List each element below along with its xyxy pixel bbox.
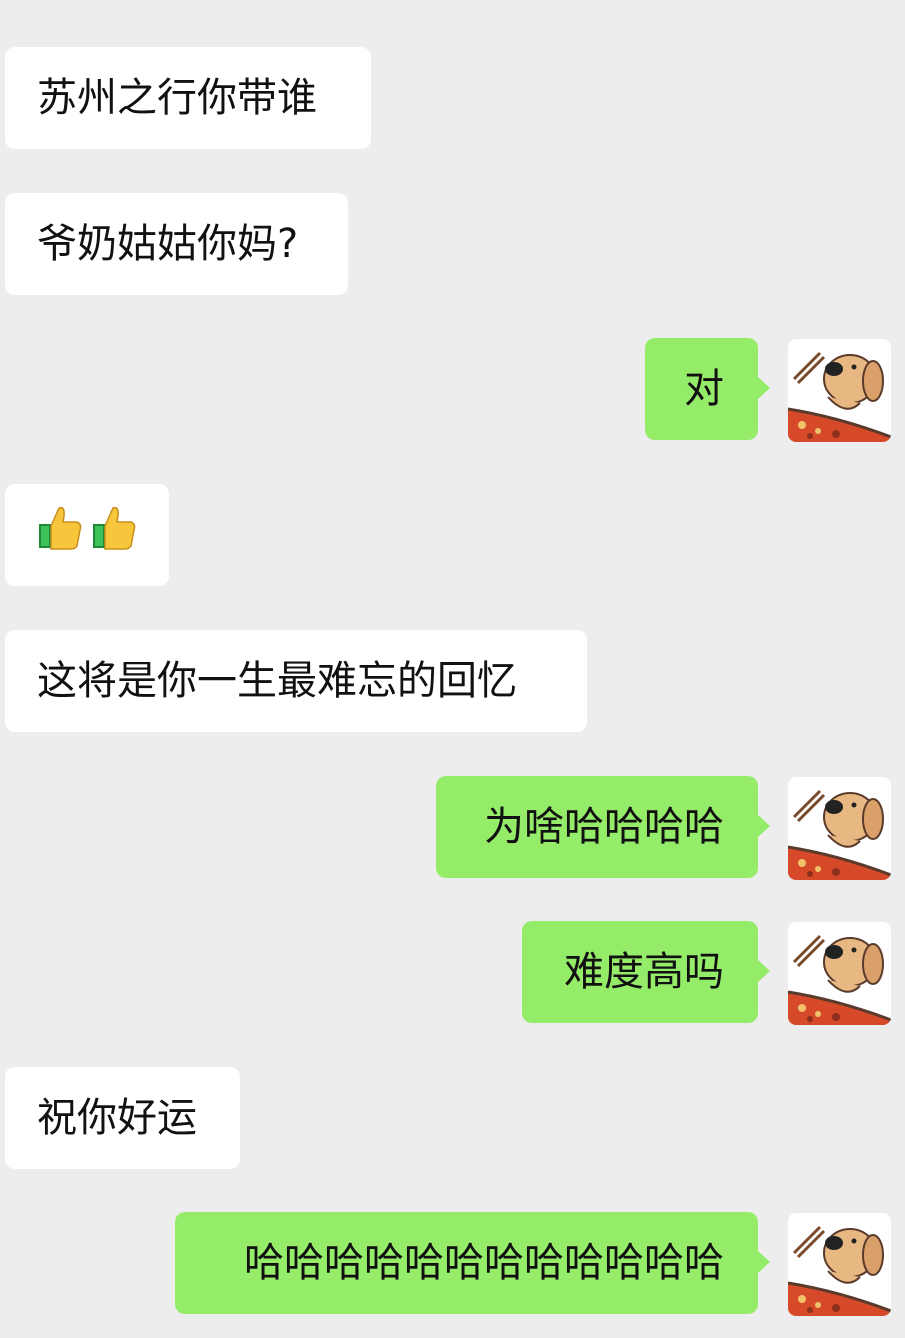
incoming-message-bubble[interactable]	[5, 484, 169, 586]
message-text: 难度高吗	[564, 949, 724, 995]
bubble-tail	[757, 376, 770, 400]
incoming-message-bubble[interactable]: 苏州之行你带谁	[5, 47, 371, 149]
message-row: 为啥哈哈哈哈	[0, 776, 905, 880]
thumbs-up-icon	[37, 486, 83, 588]
dog-eating-pizza-avatar[interactable]	[788, 339, 891, 442]
message-row: 祝你好运	[0, 1067, 905, 1171]
dog-eating-pizza-avatar[interactable]	[788, 922, 891, 1025]
outgoing-message-bubble[interactable]: 为啥哈哈哈哈	[436, 776, 758, 878]
message-row: 对	[0, 338, 905, 442]
incoming-message-bubble[interactable]: 爷奶姑姑你妈?	[5, 193, 348, 295]
message-row: 哈哈哈哈哈哈哈哈哈哈哈哈	[0, 1212, 905, 1316]
outgoing-message-bubble[interactable]: 对	[645, 338, 758, 440]
thumbs-up-icon	[91, 486, 137, 588]
bubble-tail	[757, 814, 770, 838]
message-text: 苏州之行你带谁	[37, 75, 317, 121]
bubble-tail	[757, 1250, 770, 1274]
dog-eating-pizza-avatar[interactable]	[788, 777, 891, 880]
message-row: 难度高吗	[0, 921, 905, 1025]
dog-eating-pizza-avatar[interactable]	[788, 1213, 891, 1316]
incoming-message-bubble[interactable]: 祝你好运	[5, 1067, 240, 1169]
message-text: 为啥哈哈哈哈	[484, 804, 724, 850]
message-row: 这将是你一生最难忘的回忆	[0, 630, 905, 734]
message-row: 爷奶姑姑你妈?	[0, 193, 905, 297]
message-text: 祝你好运	[37, 1095, 197, 1141]
message-row: 苏州之行你带谁	[0, 47, 905, 151]
message-row	[0, 484, 905, 588]
message-text: 这将是你一生最难忘的回忆	[37, 658, 517, 704]
bubble-tail	[757, 959, 770, 983]
message-text: 爷奶姑姑你妈?	[37, 221, 299, 267]
outgoing-message-bubble[interactable]: 哈哈哈哈哈哈哈哈哈哈哈哈	[175, 1212, 758, 1314]
message-text: 哈哈哈哈哈哈哈哈哈哈哈哈	[244, 1240, 724, 1286]
incoming-message-bubble[interactable]: 这将是你一生最难忘的回忆	[5, 630, 587, 732]
message-text: 对	[684, 366, 724, 412]
outgoing-message-bubble[interactable]: 难度高吗	[522, 921, 758, 1023]
